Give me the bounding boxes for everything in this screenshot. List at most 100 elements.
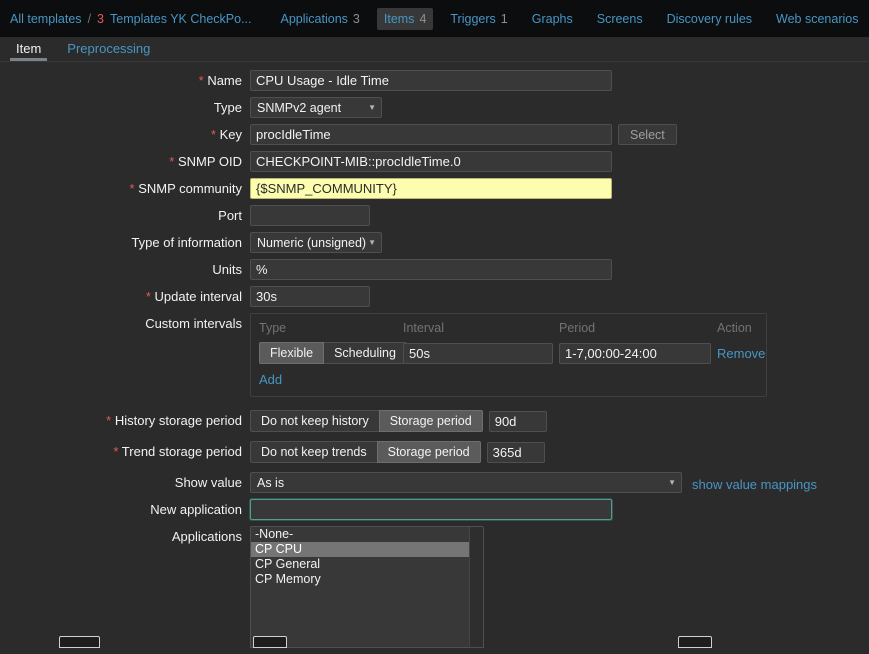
breadcrumb-count: 3	[97, 12, 104, 26]
snmp-oid-input[interactable]	[250, 151, 612, 172]
key-label: Key	[0, 124, 250, 142]
breadcrumb-all-templates[interactable]: All templates	[10, 12, 82, 26]
form-row-key: Key Select	[0, 124, 869, 145]
partial-footer-button[interactable]	[59, 636, 100, 648]
custom-intervals-header: Type Interval Period Action	[259, 321, 758, 342]
menu-item-screens[interactable]: Screens	[590, 8, 650, 30]
show-value-selected: As is	[257, 476, 284, 490]
application-option-none[interactable]: -None-	[251, 527, 483, 542]
header-type: Type	[259, 321, 403, 335]
tab-preprocessing[interactable]: Preprocessing	[61, 37, 156, 61]
new-application-label: New application	[0, 499, 250, 517]
breadcrumb-template-name[interactable]: Templates YK CheckPo...	[110, 12, 252, 26]
period-input[interactable]	[559, 343, 711, 364]
header-action: Action	[717, 321, 758, 335]
item-form: Name Type SNMPv2 agent ▼ Key Select SNMP…	[0, 70, 869, 654]
form-row-history: History storage period Do not keep histo…	[0, 410, 869, 432]
snmp-community-input[interactable]	[250, 178, 612, 199]
type-of-information-value: Numeric (unsigned)	[257, 236, 366, 250]
show-value-label: Show value	[0, 472, 250, 490]
remove-interval-link[interactable]: Remove	[717, 346, 765, 361]
custom-intervals-table: Type Interval Period Action Flexible Sch…	[250, 313, 767, 397]
type-select[interactable]: SNMPv2 agent ▼	[250, 97, 382, 118]
new-application-input[interactable]	[250, 499, 612, 520]
custom-intervals-label: Custom intervals	[0, 313, 250, 331]
history-on-button[interactable]: Storage period	[379, 410, 483, 432]
listbox-scrollbar[interactable]	[469, 527, 483, 647]
form-row-snmp-oid: SNMP OID	[0, 151, 869, 172]
show-value-mappings-link[interactable]: show value mappings	[692, 474, 817, 492]
form-row-type: Type SNMPv2 agent ▼	[0, 97, 869, 118]
key-select-button[interactable]: Select	[618, 124, 677, 145]
port-input[interactable]	[250, 205, 370, 226]
menu-label: Applications	[281, 12, 348, 26]
applications-label: Applications	[0, 526, 250, 544]
chevron-down-icon: ▼	[368, 238, 376, 247]
application-option-cp-cpu[interactable]: CP CPU	[251, 542, 483, 557]
type-label: Type	[0, 97, 250, 115]
partial-footer-button[interactable]	[678, 636, 712, 648]
menu-item-web-scenarios[interactable]: Web scenarios	[769, 8, 865, 30]
snmp-community-label: SNMP community	[0, 178, 250, 196]
form-row-update-interval: Update interval	[0, 286, 869, 307]
form-row-port: Port	[0, 205, 869, 226]
form-row-custom-intervals: Custom intervals Type Interval Period Ac…	[0, 313, 869, 397]
template-section-menu: Applications 3 Items 4 Triggers 1 Graphs…	[274, 8, 866, 30]
scheduling-button[interactable]: Scheduling	[323, 342, 407, 364]
update-interval-input[interactable]	[250, 286, 370, 307]
form-row-name: Name	[0, 70, 869, 91]
units-label: Units	[0, 259, 250, 277]
name-input[interactable]	[250, 70, 612, 91]
menu-item-discovery-rules[interactable]: Discovery rules	[660, 8, 759, 30]
menu-item-items[interactable]: Items 4	[377, 8, 434, 30]
form-row-snmp-community: SNMP community	[0, 178, 869, 199]
name-label: Name	[0, 70, 250, 88]
menu-label: Items	[384, 12, 415, 26]
form-row-trends: Trend storage period Do not keep trends …	[0, 441, 869, 463]
menu-label: Graphs	[532, 12, 573, 26]
menu-label: Triggers	[450, 12, 495, 26]
partial-footer-button[interactable]	[253, 636, 287, 648]
application-option-cp-memory[interactable]: CP Memory	[251, 572, 483, 587]
trends-on-button[interactable]: Storage period	[377, 441, 481, 463]
menu-count: 3	[353, 12, 360, 26]
form-row-type-of-information: Type of information Numeric (unsigned) ▼	[0, 232, 869, 253]
type-of-information-select[interactable]: Numeric (unsigned) ▼	[250, 232, 382, 253]
breadcrumb: All templates / 3 Templates YK CheckPo..…	[10, 12, 252, 26]
history-period-input[interactable]	[489, 411, 547, 432]
top-navigation: All templates / 3 Templates YK CheckPo..…	[0, 0, 869, 37]
trends-period-input[interactable]	[487, 442, 545, 463]
show-value-select[interactable]: As is ▼	[250, 472, 682, 493]
trends-label: Trend storage period	[0, 441, 250, 459]
type-of-information-label: Type of information	[0, 232, 250, 250]
history-off-button[interactable]: Do not keep history	[250, 410, 380, 432]
tab-item[interactable]: Item	[10, 37, 47, 61]
applications-listbox[interactable]: -None- CP CPU CP General CP Memory	[250, 526, 484, 648]
key-input[interactable]	[250, 124, 612, 145]
chevron-down-icon: ▼	[368, 103, 376, 112]
header-interval: Interval	[403, 321, 559, 335]
application-option-cp-general[interactable]: CP General	[251, 557, 483, 572]
interval-input[interactable]	[403, 343, 553, 364]
form-row-show-value: Show value As is ▼ show value mappings	[0, 472, 869, 493]
form-row-units: Units	[0, 259, 869, 280]
header-period: Period	[559, 321, 717, 335]
units-input[interactable]	[250, 259, 612, 280]
flexible-button[interactable]: Flexible	[259, 342, 324, 364]
add-interval-link[interactable]: Add	[259, 372, 282, 387]
menu-count: 1	[501, 12, 508, 26]
trends-off-button[interactable]: Do not keep trends	[250, 441, 378, 463]
menu-label: Discovery rules	[667, 12, 752, 26]
menu-item-triggers[interactable]: Triggers 1	[443, 8, 514, 30]
history-label: History storage period	[0, 410, 250, 428]
menu-label: Screens	[597, 12, 643, 26]
interval-type-segmented: Flexible Scheduling	[259, 342, 403, 364]
snmp-oid-label: SNMP OID	[0, 151, 250, 169]
form-row-applications: Applications -None- CP CPU CP General CP…	[0, 526, 869, 648]
breadcrumb-separator: /	[88, 12, 91, 26]
menu-item-graphs[interactable]: Graphs	[525, 8, 580, 30]
type-select-value: SNMPv2 agent	[257, 101, 341, 115]
menu-label: Web scenarios	[776, 12, 858, 26]
item-tabbar: Item Preprocessing	[0, 37, 869, 62]
menu-item-applications[interactable]: Applications 3	[274, 8, 367, 30]
